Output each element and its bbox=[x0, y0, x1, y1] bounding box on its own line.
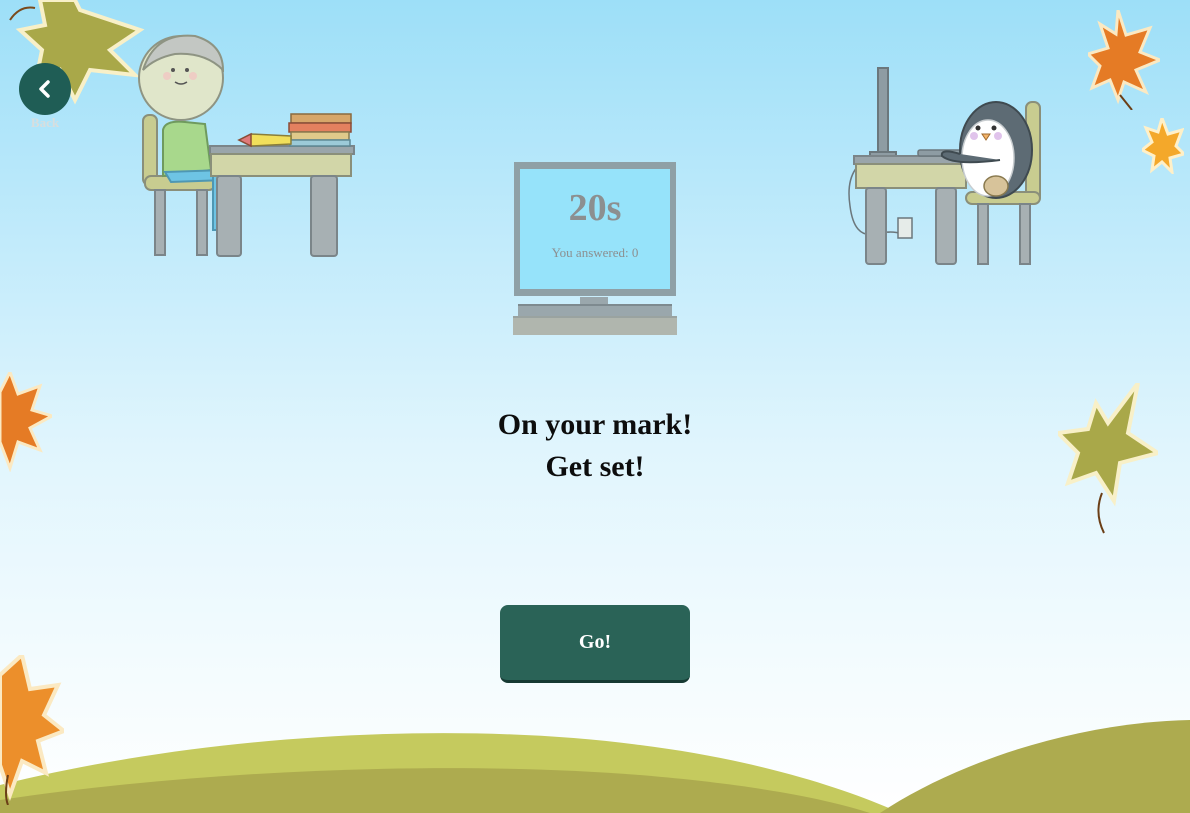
ready-heading: On your mark! Get set! bbox=[395, 404, 795, 488]
leaf-left-middle-orange bbox=[0, 372, 52, 472]
boy-at-desk-illustration bbox=[138, 34, 355, 257]
chevron-left-icon bbox=[39, 80, 50, 98]
leaf-top-right-orange bbox=[1088, 10, 1160, 110]
monitor-screen: 20s You answered: 0 bbox=[520, 169, 670, 289]
timer-monitor: 20s You answered: 0 bbox=[513, 161, 677, 335]
answered-count: You answered: 0 bbox=[551, 245, 639, 260]
monitor-stand-base bbox=[518, 304, 672, 316]
go-button[interactable]: Go! bbox=[500, 605, 690, 683]
heading-line-1: On your mark! bbox=[497, 408, 693, 441]
back-label: Back bbox=[30, 115, 60, 130]
back-control[interactable]: Back bbox=[19, 63, 71, 131]
back-button[interactable] bbox=[19, 63, 71, 115]
leaf-right-yellow bbox=[1142, 118, 1184, 174]
leaf-right-middle-olive bbox=[1058, 383, 1158, 534]
heading-line-2: Get set! bbox=[545, 450, 645, 483]
penguin-at-computer-illustration bbox=[848, 67, 1041, 265]
hill-dark-right bbox=[880, 720, 1190, 813]
timer-display: 20s bbox=[568, 187, 622, 229]
leaf-bottom-left-orange bbox=[0, 655, 64, 805]
keyboard bbox=[513, 316, 677, 335]
monitor-screen-frame: 20s You answered: 0 bbox=[514, 162, 676, 296]
